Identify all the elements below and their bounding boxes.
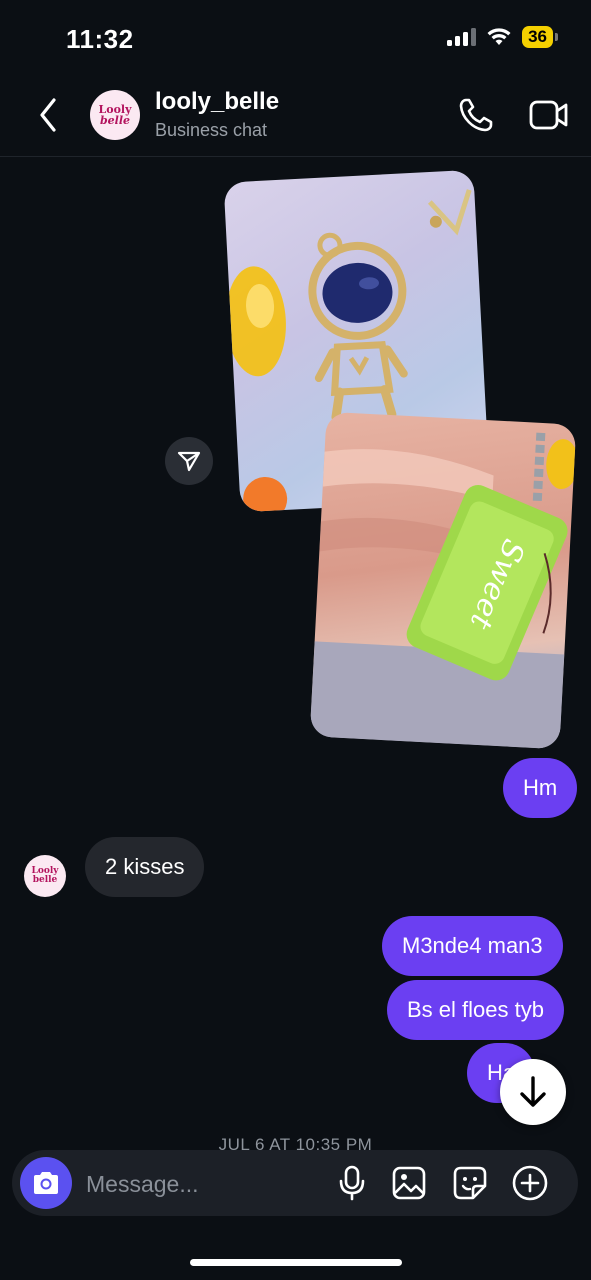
- message-input[interactable]: [84, 1164, 318, 1204]
- message-composer: [12, 1150, 578, 1216]
- wifi-icon: [487, 28, 511, 45]
- share-button[interactable]: [165, 437, 213, 485]
- arrow-down-icon: [520, 1076, 546, 1107]
- message-bubble-outgoing[interactable]: Bs el floes tyb: [387, 980, 564, 1040]
- sticker-icon: [453, 1166, 487, 1200]
- phone-icon: [459, 98, 493, 132]
- chat-header: Looly belle looly_belle Business chat: [0, 80, 591, 157]
- video-call-button[interactable]: [528, 95, 570, 135]
- contact-avatar[interactable]: Looly belle: [90, 90, 140, 140]
- camera-button[interactable]: [20, 1157, 72, 1209]
- avatar-logo-line2: belle: [99, 114, 131, 127]
- gallery-button[interactable]: [389, 1163, 429, 1203]
- signal-icon: [447, 28, 477, 46]
- share-icon: [177, 451, 201, 472]
- status-icons: 36: [446, 26, 558, 48]
- message-bubble-outgoing[interactable]: Hm: [503, 758, 578, 818]
- gallery-icon: [392, 1166, 426, 1200]
- battery-indicator: 36: [522, 26, 558, 48]
- status-bar: 11:32 36: [0, 0, 591, 80]
- contact-subtitle: Business chat: [155, 120, 268, 140]
- back-button[interactable]: [34, 96, 64, 134]
- more-options-button[interactable]: [510, 1163, 550, 1203]
- microphone-icon: [339, 1165, 365, 1201]
- sender-avatar-logo-line2: belle: [32, 875, 58, 885]
- scroll-to-bottom-button[interactable]: [500, 1059, 566, 1125]
- contact-name[interactable]: looly_belle: [155, 88, 279, 116]
- home-indicator: [190, 1259, 402, 1266]
- sender-avatar[interactable]: Looly belle: [24, 855, 66, 897]
- status-time: 11:32: [66, 24, 134, 54]
- camera-icon: [34, 1172, 58, 1194]
- plus-circle-icon: [512, 1165, 548, 1201]
- candy-charm-illustration: Sweet: [309, 432, 577, 750]
- message-bubble-incoming[interactable]: 2 kisses: [85, 837, 205, 897]
- back-chevron-icon: [40, 98, 56, 132]
- voice-call-button[interactable]: [456, 95, 496, 135]
- video-camera-icon: [529, 100, 568, 130]
- message-bubble-outgoing[interactable]: M3nde4 man3: [382, 916, 563, 976]
- sticker-button[interactable]: [450, 1163, 490, 1203]
- shared-photo-sweet-candy-charm[interactable]: Sweet: [309, 411, 577, 750]
- microphone-button[interactable]: [332, 1163, 372, 1203]
